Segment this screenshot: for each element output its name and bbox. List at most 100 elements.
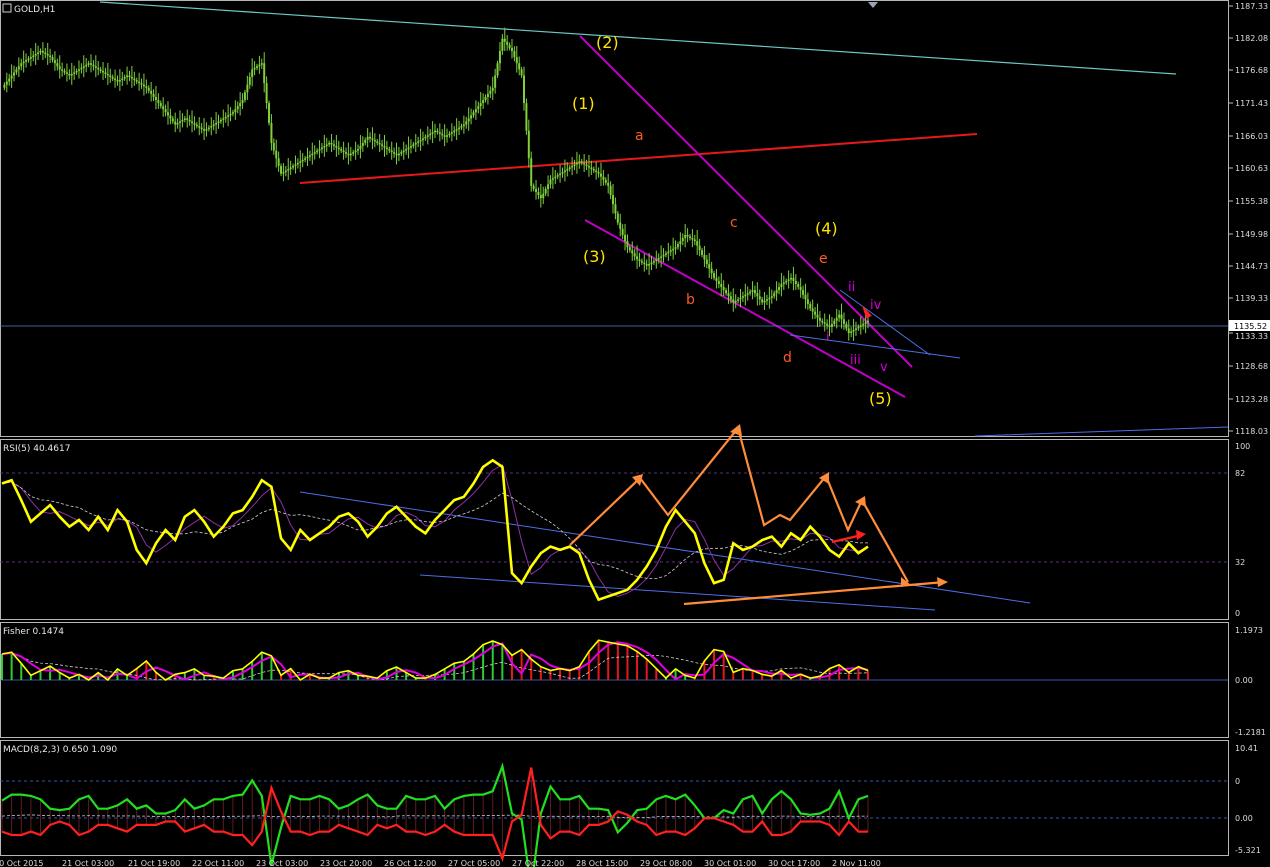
candle-body	[628, 247, 631, 251]
candle-body	[484, 96, 487, 101]
candle-body	[626, 241, 629, 248]
orange-support-line[interactable]	[683, 580, 946, 606]
candle-body	[597, 172, 600, 174]
symbol-title: GOLD,H1	[14, 5, 55, 15]
candle-body	[13, 72, 16, 76]
candle-body	[708, 264, 711, 269]
candle-body	[277, 158, 280, 166]
candle-body	[152, 93, 155, 97]
candle-body	[571, 165, 574, 168]
candle-body	[92, 64, 95, 67]
candle-body	[429, 133, 432, 136]
candle-body	[785, 280, 788, 283]
candle-body	[580, 161, 583, 163]
candle-body	[352, 152, 355, 154]
candle-body	[217, 121, 220, 124]
candle-body	[777, 287, 780, 291]
candle-body	[756, 293, 759, 297]
candle-body	[780, 283, 783, 288]
rsi-blue-trendline-2[interactable]	[419, 574, 936, 611]
pane-frames	[0, 0, 1229, 856]
candle-body	[284, 170, 287, 173]
candle-body	[409, 146, 412, 148]
candle-body	[544, 188, 547, 194]
wave-label: v	[880, 360, 888, 375]
candle-body	[532, 185, 535, 189]
candle-body	[828, 325, 831, 327]
candle-body	[638, 259, 641, 261]
candle-body	[599, 173, 602, 177]
candle-body	[388, 149, 391, 151]
candle-body	[5, 81, 8, 85]
candle-body	[672, 248, 675, 251]
candle-body	[667, 251, 670, 254]
candle-body	[147, 87, 150, 91]
candle-body	[426, 135, 429, 137]
candle-body	[253, 67, 256, 70]
candle-body	[207, 127, 210, 130]
channel-lower-line[interactable]	[584, 219, 906, 398]
candle-body	[472, 112, 475, 116]
candle-body	[150, 90, 153, 94]
candle-body	[77, 69, 80, 71]
window-menu-icon[interactable]	[2, 3, 12, 13]
tick-label: 1144.73	[1235, 262, 1268, 271]
wave-label: (3)	[583, 247, 606, 266]
rsi-blue-trendline-1[interactable]	[299, 491, 1031, 604]
tick-label: 1139.33	[1235, 294, 1268, 303]
candle-body	[39, 50, 42, 53]
candle-body	[693, 239, 696, 242]
candle-body	[251, 69, 254, 78]
scroll-marker-icon[interactable]	[868, 2, 878, 8]
candle-body	[717, 280, 720, 284]
candle-body	[559, 173, 562, 176]
candle-body	[749, 291, 752, 294]
candle-body	[227, 115, 230, 117]
candle-body	[631, 250, 634, 254]
candle-body	[686, 234, 689, 237]
tick-label: 1160.63	[1235, 164, 1268, 173]
channel-upper-line[interactable]	[579, 35, 913, 368]
candle-body	[61, 69, 64, 71]
candle-body	[842, 319, 845, 324]
candle-body	[304, 158, 307, 160]
candle-body	[116, 80, 119, 82]
candle-body	[75, 70, 78, 73]
candle-body	[655, 259, 658, 261]
candle-body	[248, 77, 251, 85]
tick-label: 1128.68	[1235, 362, 1268, 371]
candle-body	[29, 57, 32, 59]
candle-body	[49, 55, 52, 58]
candle-body	[102, 70, 105, 73]
candle-body	[640, 261, 643, 263]
candle-body	[441, 133, 444, 136]
candle-body	[814, 311, 817, 315]
candle-body	[436, 130, 439, 133]
candle-body	[568, 167, 571, 170]
candle-body	[864, 322, 867, 324]
candle-body	[727, 293, 730, 297]
candle-body	[826, 323, 829, 326]
candle-body	[508, 44, 511, 48]
candle-body	[130, 77, 133, 79]
candle-body	[169, 115, 172, 119]
candle-body	[660, 256, 663, 258]
candle-body	[308, 155, 311, 157]
candle-body	[523, 75, 526, 104]
candle-body	[195, 124, 198, 127]
candle-body	[455, 129, 458, 131]
candle-body	[344, 152, 347, 154]
candle-body	[802, 290, 805, 295]
candle-body	[549, 179, 552, 185]
candle-body	[3, 84, 6, 88]
candle-body	[616, 213, 619, 223]
candle-body	[482, 100, 485, 104]
candle-body	[320, 147, 323, 150]
candle-body	[453, 130, 456, 133]
candle-body	[818, 317, 821, 321]
blue-bottom-trendline[interactable]	[974, 426, 1229, 437]
tick-label: -1.2181	[1235, 728, 1266, 737]
time-label: 22 Oct 11:00	[192, 859, 244, 867]
candle-body	[525, 103, 528, 131]
candle-body	[636, 256, 639, 260]
